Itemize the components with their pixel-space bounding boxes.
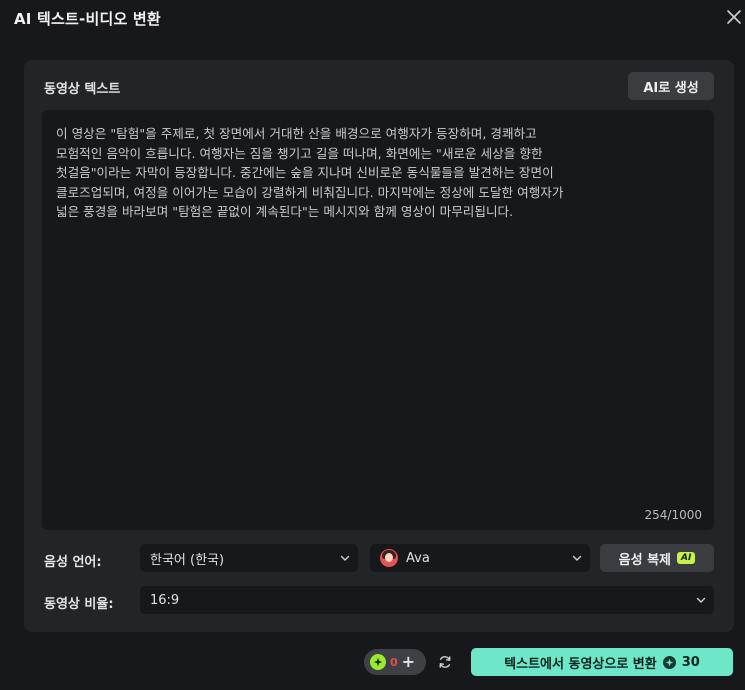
credit-star-icon: [370, 654, 386, 670]
text-to-video-dialog: AI 텍스트-비디오 변환 동영상 텍스트 AI로 생성 이 영상은 "탐험"을…: [0, 0, 745, 690]
refresh-icon[interactable]: [437, 654, 453, 670]
convert-label: 텍스트에서 동영상으로 변환: [504, 656, 657, 672]
convert-to-video-button[interactable]: 텍스트에서 동영상으로 변환 30: [471, 648, 733, 676]
chevron-down-icon: [572, 555, 582, 561]
dialog-title: AI 텍스트-비디오 변환: [14, 10, 161, 28]
chevron-down-icon: [696, 597, 706, 603]
add-credit-icon[interactable]: +: [402, 654, 415, 670]
aspect-ratio-value: 16:9: [150, 592, 180, 608]
script-section-label: 동영상 텍스트: [44, 82, 121, 97]
main-panel: 동영상 텍스트 AI로 생성 이 영상은 "탐험"을 주제로, 첫 장면에서 거…: [24, 60, 734, 632]
voice-select-value: Ava: [406, 550, 430, 566]
close-icon[interactable]: [723, 6, 745, 28]
voice-avatar-icon: [380, 549, 398, 567]
voice-language-label: 음성 언어:: [44, 555, 102, 570]
credit-value: 0: [390, 655, 398, 669]
voice-clone-button[interactable]: 음성 복제 AI: [600, 544, 714, 572]
chevron-down-icon: [340, 555, 350, 561]
char-count: 254/1000: [644, 508, 703, 522]
script-textarea[interactable]: 이 영상은 "탐험"을 주제로, 첫 장면에서 거대한 산을 배경으로 여행자가…: [42, 110, 714, 530]
language-select-value: 한국어 (한국): [150, 552, 225, 568]
convert-cost: 30: [681, 654, 700, 670]
voice-clone-label: 음성 복제: [618, 552, 672, 568]
language-select[interactable]: 한국어 (한국): [140, 544, 358, 572]
ai-badge: AI: [677, 552, 696, 564]
credit-coin-icon: [662, 655, 676, 669]
aspect-ratio-select[interactable]: 16:9: [140, 586, 714, 614]
credit-balance-pill[interactable]: 0 +: [364, 649, 426, 675]
ai-generate-button[interactable]: AI로 생성: [628, 72, 714, 100]
aspect-ratio-label: 동영상 비율:: [44, 597, 114, 612]
script-text: 이 영상은 "탐험"을 주제로, 첫 장면에서 거대한 산을 배경으로 여행자가…: [56, 126, 564, 219]
voice-select[interactable]: Ava: [370, 544, 590, 572]
